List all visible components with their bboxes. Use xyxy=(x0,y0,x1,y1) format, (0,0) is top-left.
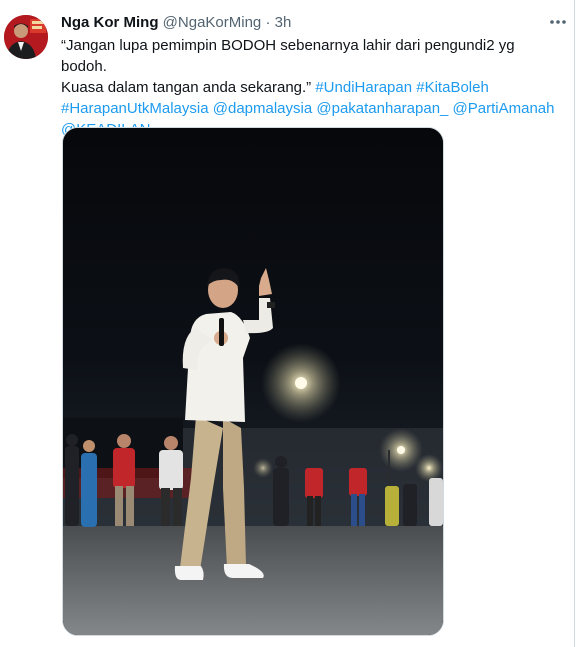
tweet-text-line-3: #HarapanUtkMalaysia @dapmalaysia @pakata… xyxy=(61,98,561,119)
avatar[interactable] xyxy=(4,15,48,59)
mention-link[interactable]: @pakatanharapan_ xyxy=(316,100,448,117)
mention-link[interactable]: @PartiAmanah xyxy=(453,100,555,117)
tweet-text-line-2: Kuasa dalam tangan anda sekarang.” #Undi… xyxy=(61,77,561,98)
more-horizontal-icon xyxy=(550,20,566,24)
tweet-text: “Jangan lupa pemimpin BODOH sebenarnya l… xyxy=(61,35,561,140)
hashtag-link[interactable]: #UndiHarapan xyxy=(315,79,412,96)
photo-image xyxy=(63,128,443,635)
tweet-text-line-1: “Jangan lupa pemimpin BODOH sebenarnya l… xyxy=(61,37,515,75)
hashtag-link[interactable]: #HarapanUtkMalaysia xyxy=(61,100,209,117)
avatar-image xyxy=(4,15,48,59)
header-separator: · xyxy=(265,14,271,31)
author-name[interactable]: Nga Kor Ming xyxy=(61,14,159,31)
tweet-photo[interactable] xyxy=(62,127,444,636)
hashtag-link[interactable]: #KitaBoleh xyxy=(416,79,489,96)
tweet-header: Nga Kor Ming @NgaKorMing · 3h xyxy=(61,13,291,33)
mention-link[interactable]: @dapmalaysia xyxy=(213,100,312,117)
tweet-timestamp[interactable]: 3h xyxy=(275,14,292,31)
tweet-text-plain: Kuasa dalam tangan anda sekarang.” xyxy=(61,79,316,96)
tweet-card[interactable]: Nga Kor Ming @NgaKorMing · 3h “Jangan lu… xyxy=(0,0,575,647)
author-handle[interactable]: @NgaKorMing xyxy=(163,14,262,31)
more-options-button[interactable] xyxy=(548,12,568,32)
